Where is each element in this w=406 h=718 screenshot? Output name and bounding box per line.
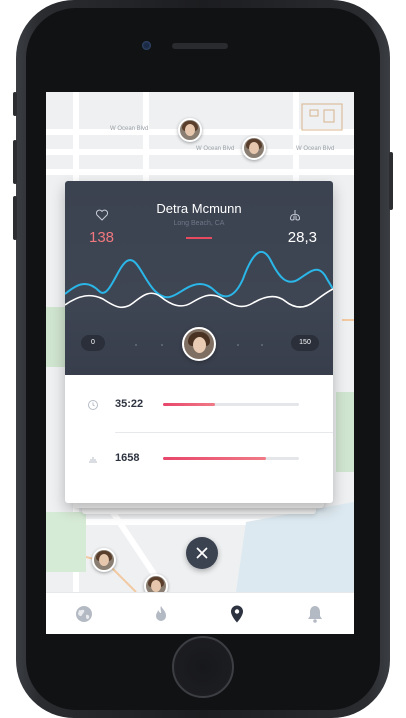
app-screen: W Ocean Blvd W Ocean Blvd W Ocean Blvd D… <box>46 92 354 634</box>
map-user-pin[interactable] <box>178 118 202 142</box>
map-user-pin[interactable] <box>242 136 266 160</box>
bell-icon[interactable] <box>304 603 326 625</box>
home-button[interactable] <box>172 636 234 698</box>
road-label: W Ocean Blvd <box>110 126 149 132</box>
road-label: W Ocean Blvd <box>296 146 335 152</box>
distance-progress-fill <box>163 457 267 460</box>
clock-icon <box>88 400 98 410</box>
mute-switch <box>13 92 17 116</box>
tab-bar <box>46 592 354 634</box>
profile-avatar-slider-handle[interactable] <box>182 327 216 361</box>
range-min-pill[interactable]: 0 <box>81 335 105 351</box>
profile-name: Detra Mcmunn <box>156 201 242 216</box>
slider-dot <box>261 344 263 346</box>
globe-icon[interactable] <box>73 603 95 625</box>
time-progress-track <box>163 403 299 406</box>
activity-waves <box>65 250 333 309</box>
profile-card[interactable]: Detra Mcmunn Long Beach, CA 138 28,3 0 1… <box>65 181 333 503</box>
front-camera <box>142 41 151 50</box>
earpiece-speaker <box>172 43 228 49</box>
slider-dot <box>237 344 239 346</box>
time-value: 35:22 <box>115 398 144 410</box>
road-label: W Ocean Blvd <box>196 146 235 152</box>
row-divider <box>115 432 333 433</box>
distance-progress-track <box>163 457 299 460</box>
volume-up-button <box>13 140 17 184</box>
close-icon <box>196 547 208 559</box>
range-max-pill[interactable]: 150 <box>291 335 319 351</box>
slider-dot <box>135 344 137 346</box>
time-progress-fill <box>163 403 215 406</box>
stat-row-distance: 1658 <box>65 439 333 479</box>
stat-row-time: 35:22 <box>65 385 333 425</box>
distance-icon <box>89 457 97 463</box>
power-button <box>389 152 393 210</box>
map-user-pin[interactable] <box>92 548 116 572</box>
profile-header: Detra Mcmunn Long Beach, CA 138 28,3 0 1… <box>65 181 333 375</box>
profile-location: Long Beach, CA <box>173 220 225 227</box>
slider-dot <box>161 344 163 346</box>
distance-value: 1658 <box>115 452 140 464</box>
volume-down-button <box>13 196 17 240</box>
close-button[interactable] <box>186 537 218 569</box>
flame-icon[interactable] <box>150 603 172 625</box>
location-pin-icon[interactable] <box>226 603 248 625</box>
